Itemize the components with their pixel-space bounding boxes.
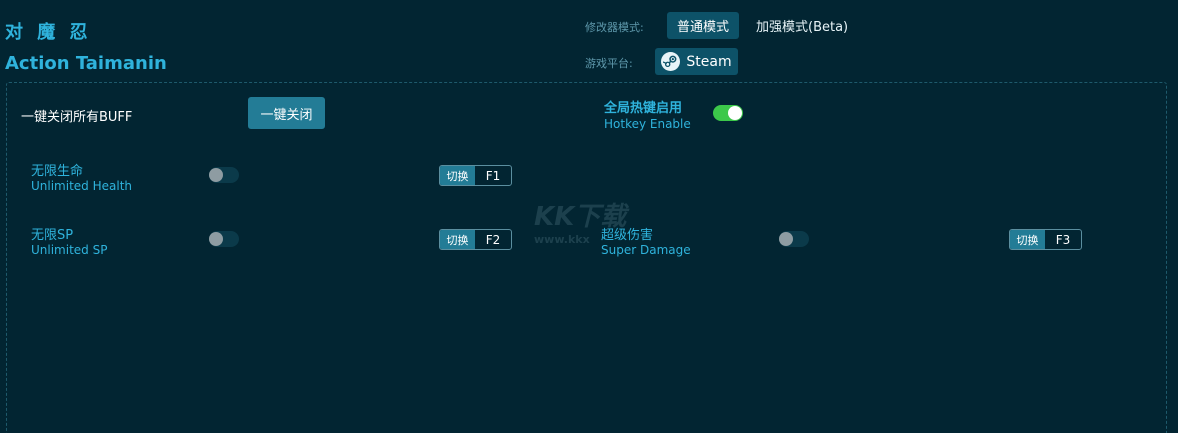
- hotkey-key: F2: [485, 232, 501, 247]
- hotkey-enable-toggle[interactable]: [713, 105, 743, 121]
- app-title-cn: 对 魔 忍: [5, 22, 92, 43]
- unlimited-health-hotkey[interactable]: 切换 F1: [439, 165, 512, 186]
- hotkey-enable-label-en: Hotkey Enable: [604, 117, 691, 131]
- unlimited-health-toggle[interactable]: [209, 167, 239, 183]
- platform-label: 游戏平台:: [585, 57, 633, 70]
- hotkey-enable-label-cn: 全局热键启用: [604, 101, 683, 116]
- super-damage-label-en: Super Damage: [601, 243, 691, 257]
- unlimited-sp-label-cn: 无限SP: [31, 228, 74, 243]
- super-damage-toggle[interactable]: [779, 231, 809, 247]
- close-all-button[interactable]: 一键关闭: [248, 97, 325, 129]
- steam-icon: [661, 52, 681, 71]
- watermark-logo: KK下载: [534, 202, 627, 232]
- unlimited-health-label-cn: 无限生命: [31, 164, 84, 179]
- toggle-knob: [209, 168, 223, 182]
- watermark-url: www.kkx: [534, 233, 590, 246]
- steam-button[interactable]: Steam: [655, 48, 738, 75]
- options-panel: [6, 82, 1167, 433]
- hotkey-switch-label: 切换: [440, 166, 475, 185]
- unlimited-sp-toggle[interactable]: [209, 231, 239, 247]
- toggle-knob: [728, 106, 742, 120]
- app-title-en: Action Taimanin: [5, 53, 167, 74]
- hotkey-switch-label: 切换: [440, 230, 475, 249]
- beta-mode-button[interactable]: 加强模式(Beta): [756, 12, 848, 39]
- unlimited-sp-label-en: Unlimited SP: [31, 243, 108, 257]
- toggle-knob: [779, 232, 793, 246]
- steam-label: Steam: [686, 53, 732, 70]
- super-damage-hotkey[interactable]: 切换 F3: [1009, 229, 1082, 250]
- close-all-buff-label: 一键关闭所有BUFF: [21, 110, 133, 125]
- mode-label: 修改器模式:: [585, 21, 644, 34]
- unlimited-health-label-en: Unlimited Health: [31, 179, 133, 193]
- normal-mode-button[interactable]: 普通模式: [667, 12, 739, 39]
- hotkey-key: F1: [485, 168, 501, 183]
- hotkey-switch-label: 切换: [1010, 230, 1045, 249]
- hotkey-key: F3: [1055, 232, 1071, 247]
- toggle-knob: [209, 232, 223, 246]
- unlimited-sp-hotkey[interactable]: 切换 F2: [439, 229, 512, 250]
